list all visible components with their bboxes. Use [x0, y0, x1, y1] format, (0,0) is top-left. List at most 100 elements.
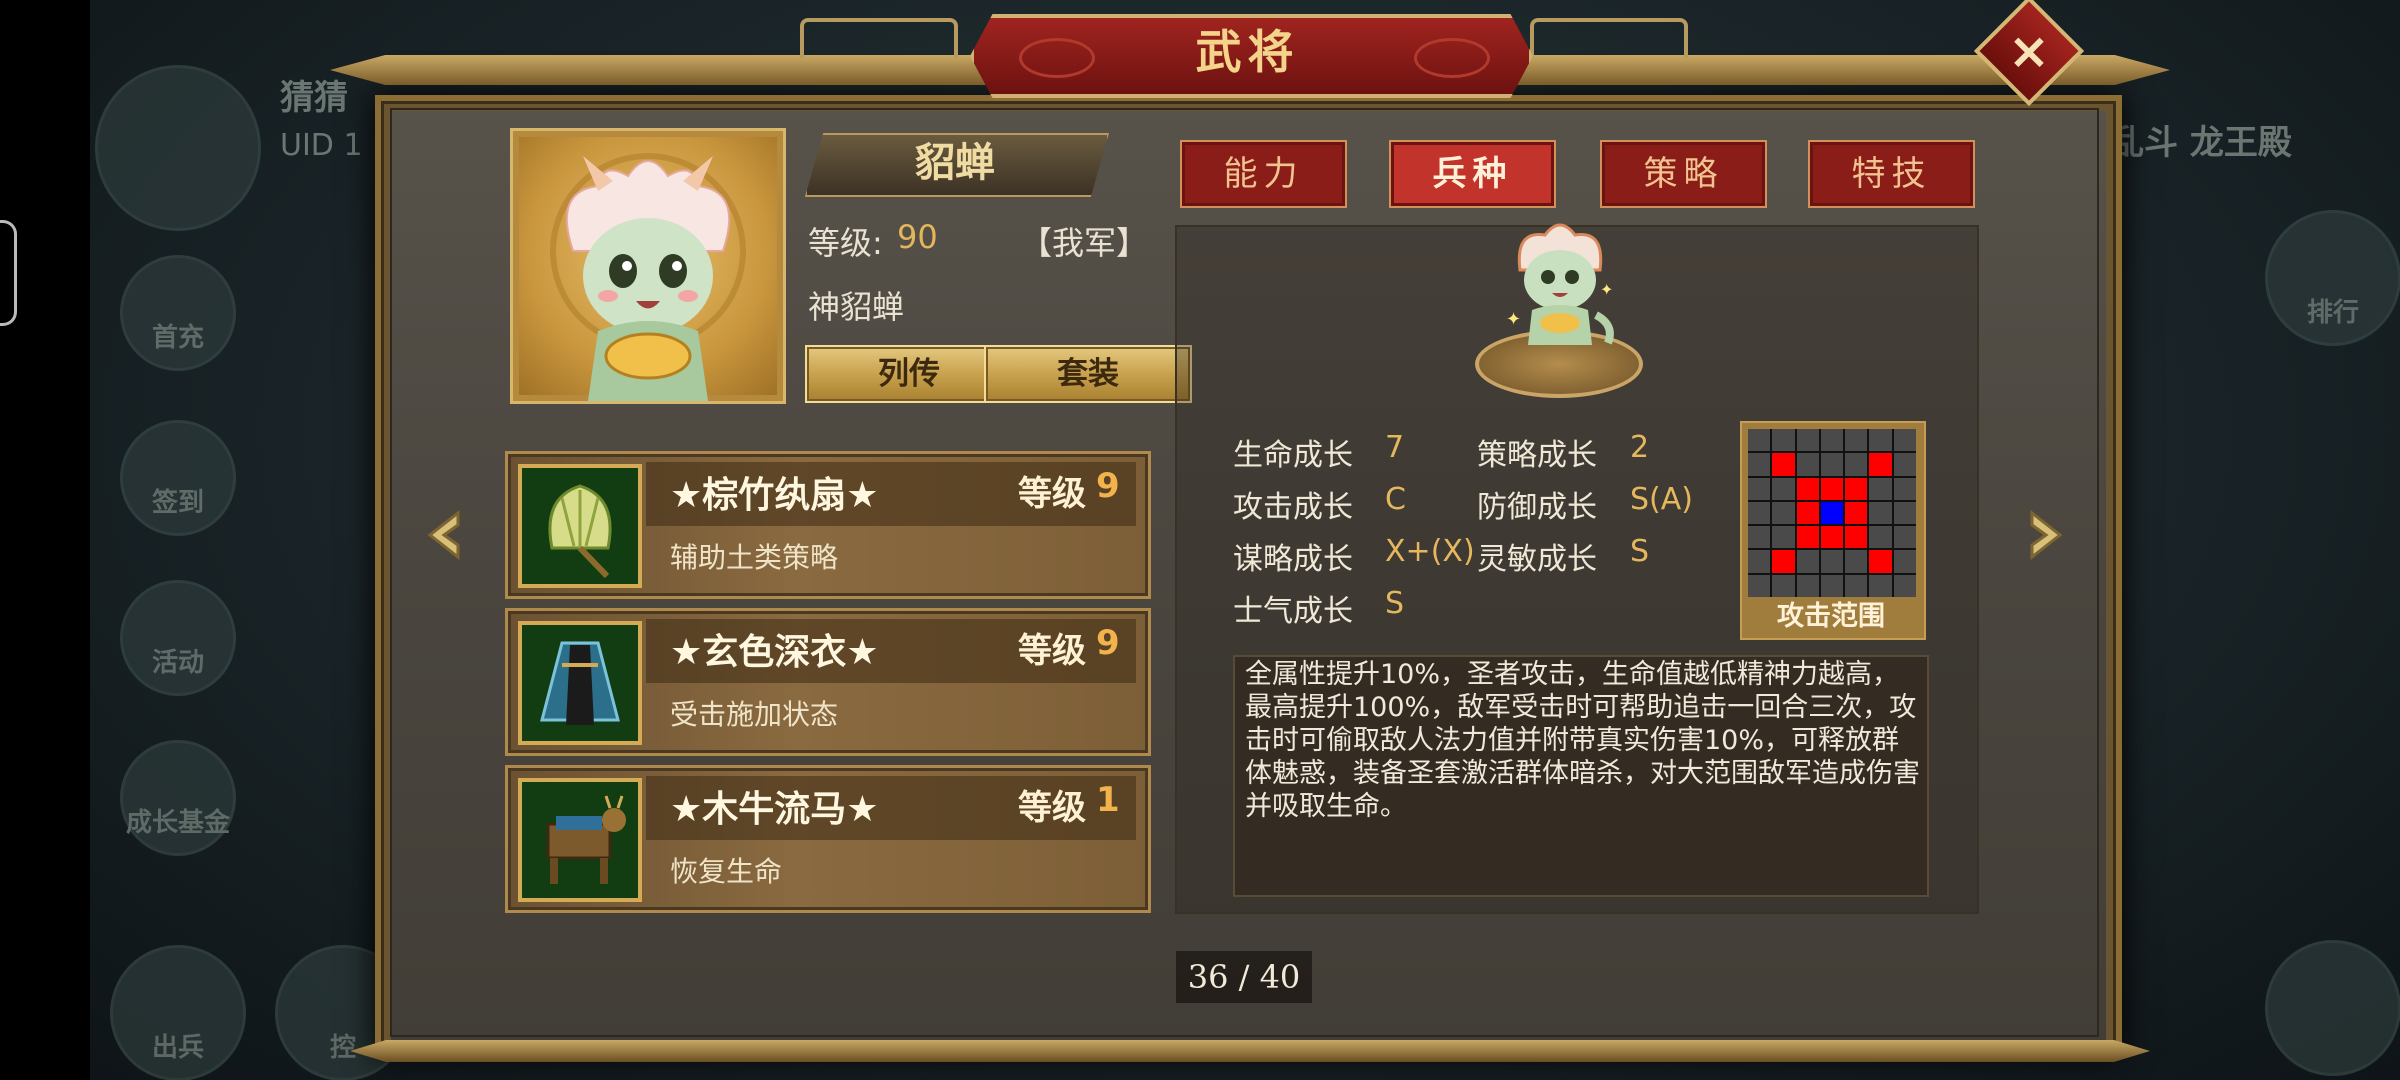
- range-cell: [1748, 574, 1771, 597]
- equipment-icon-frame: [518, 778, 642, 902]
- next-arrow-icon[interactable]: [2012, 505, 2072, 565]
- range-cell-attack: [1820, 477, 1844, 500]
- range-cell: [1748, 429, 1771, 452]
- tab-troop-type[interactable]: 兵种: [1389, 140, 1556, 208]
- dark-robe-icon: [522, 625, 638, 741]
- menu-first-recharge[interactable]: 首充: [120, 255, 236, 371]
- morale-growth-label: 士气成长: [1233, 594, 1353, 629]
- equipment-icon-frame: [518, 464, 642, 588]
- range-cell: [1820, 429, 1844, 452]
- defense-growth-value: S(A): [1630, 482, 1693, 517]
- dragon-girl-portrait-icon: [550, 153, 746, 401]
- equipment-level-label: 等级: [1018, 474, 1086, 514]
- menu-sign-in[interactable]: 签到: [120, 420, 236, 536]
- range-cell-origin: [1820, 501, 1844, 525]
- menu-deploy[interactable]: 出兵: [110, 945, 246, 1080]
- range-cell: [1772, 574, 1795, 597]
- tab-strategy[interactable]: 策略: [1600, 140, 1767, 208]
- side-handle[interactable]: [0, 220, 17, 326]
- range-cell: [1869, 501, 1892, 525]
- skill-description: 全属性提升10%，圣者攻击，生命值越低精神力越高，最高提升100%，敌军受击时可…: [1245, 659, 1920, 822]
- range-cell: [1893, 453, 1916, 476]
- range-cell: [1845, 453, 1868, 476]
- top-ornament-right: [1530, 18, 1688, 58]
- hp-growth-label: 生命成长: [1233, 438, 1353, 473]
- defense-growth-label: 防御成长: [1477, 490, 1597, 525]
- range-cell-attack: [1796, 501, 1819, 525]
- tactics-growth-value: X+(X): [1385, 534, 1475, 569]
- equipment-level-label: 等级: [1018, 631, 1086, 671]
- range-cell: [1820, 453, 1844, 476]
- player-avatar: [95, 65, 261, 231]
- svg-text:✦: ✦: [1506, 309, 1521, 330]
- range-cell: [1772, 429, 1795, 452]
- biography-button[interactable]: 列传: [805, 345, 1013, 403]
- equipment-slot-robe[interactable]: ★玄色深衣★ 等级 9 受击施加状态: [505, 608, 1151, 756]
- range-cell-attack: [1796, 526, 1819, 549]
- bg-uid: UID 1: [280, 128, 363, 163]
- general-portrait: [510, 128, 786, 404]
- range-cell: [1893, 526, 1916, 549]
- range-cell: [1748, 477, 1771, 500]
- chibi-dragon-sprite-icon: ✦ ✦: [1506, 223, 1614, 345]
- range-cells: [1748, 429, 1916, 597]
- equipment-level: 9: [1096, 623, 1120, 663]
- bg-server-name: 乱斗 龙王殿: [2110, 123, 2292, 163]
- range-cell: [1845, 550, 1868, 573]
- equipment-slot-ox[interactable]: ★木牛流马★ 等级 1 恢复生命: [505, 765, 1151, 913]
- panel-bottom-bar: [350, 1040, 2150, 1062]
- level-value: 90: [897, 218, 938, 256]
- menu-ranking[interactable]: 排行: [2265, 210, 2400, 346]
- hp-growth-value: 7: [1385, 430, 1405, 465]
- palm-fan-icon: [522, 468, 638, 584]
- equipment-name: ★木牛流马★: [670, 789, 879, 830]
- range-cell-attack: [1796, 477, 1819, 500]
- range-cell: [1748, 453, 1771, 476]
- range-cell: [1748, 526, 1771, 549]
- attack-growth-label: 攻击成长: [1233, 490, 1353, 525]
- level-label: 等级:: [808, 224, 883, 262]
- svg-text:✦: ✦: [1600, 280, 1613, 299]
- menu-more[interactable]: [2265, 940, 2400, 1076]
- range-cell: [1748, 501, 1771, 525]
- range-cell-attack: [1869, 453, 1892, 476]
- faction-label: 【我军】: [1020, 224, 1149, 262]
- close-icon[interactable]: ×: [1990, 12, 2068, 90]
- equipment-name: ★玄色深衣★: [670, 632, 879, 673]
- range-cell: [1869, 574, 1892, 597]
- window-title: 武将: [1195, 25, 1300, 79]
- tab-ability[interactable]: 能力: [1180, 140, 1347, 208]
- range-cell: [1748, 550, 1771, 573]
- tab-special-skill[interactable]: 特技: [1808, 140, 1975, 208]
- equipment-icon-frame: [518, 621, 642, 745]
- menu-growth-fund[interactable]: 成长基金: [120, 740, 236, 856]
- range-cell: [1772, 501, 1795, 525]
- equipment-slot-fan[interactable]: ★棕竹纨扇★ 等级 9 辅助土类策略: [505, 451, 1151, 599]
- strategy-growth-value: 2: [1630, 430, 1650, 465]
- set-button[interactable]: 套装: [984, 345, 1192, 403]
- equipment-level: 9: [1096, 466, 1120, 506]
- menu-activity[interactable]: 活动: [120, 580, 236, 696]
- range-cell: [1893, 501, 1916, 525]
- prev-arrow-icon[interactable]: [418, 505, 478, 565]
- page-indicator: 36 / 40: [1176, 951, 1312, 1003]
- range-cell-attack: [1820, 526, 1844, 549]
- range-cell: [1796, 429, 1819, 452]
- range-cell-attack: [1772, 550, 1795, 573]
- screen-edge: [0, 0, 90, 1080]
- range-cell-attack: [1845, 526, 1868, 549]
- range-cell-attack: [1845, 501, 1868, 525]
- range-cell: [1796, 574, 1819, 597]
- attack-range-label: 攻击范围: [1777, 601, 1885, 632]
- range-cell: [1893, 574, 1916, 597]
- general-title: 神貂蝉: [808, 288, 905, 326]
- equipment-name: ★棕竹纨扇★: [670, 475, 879, 516]
- range-cell: [1869, 429, 1892, 452]
- equipment-effect: 辅助土类策略: [670, 541, 839, 574]
- range-cell: [1845, 429, 1868, 452]
- equipment-effect: 受击施加状态: [670, 698, 839, 731]
- range-cell-attack: [1869, 550, 1892, 573]
- game-screen: 猜猜 UID 1 乱斗 龙王殿 首充 签到 活动 成长基金 出兵 控 排行 武将…: [0, 0, 2400, 1080]
- range-cell: [1796, 453, 1819, 476]
- morale-growth-value: S: [1385, 586, 1405, 621]
